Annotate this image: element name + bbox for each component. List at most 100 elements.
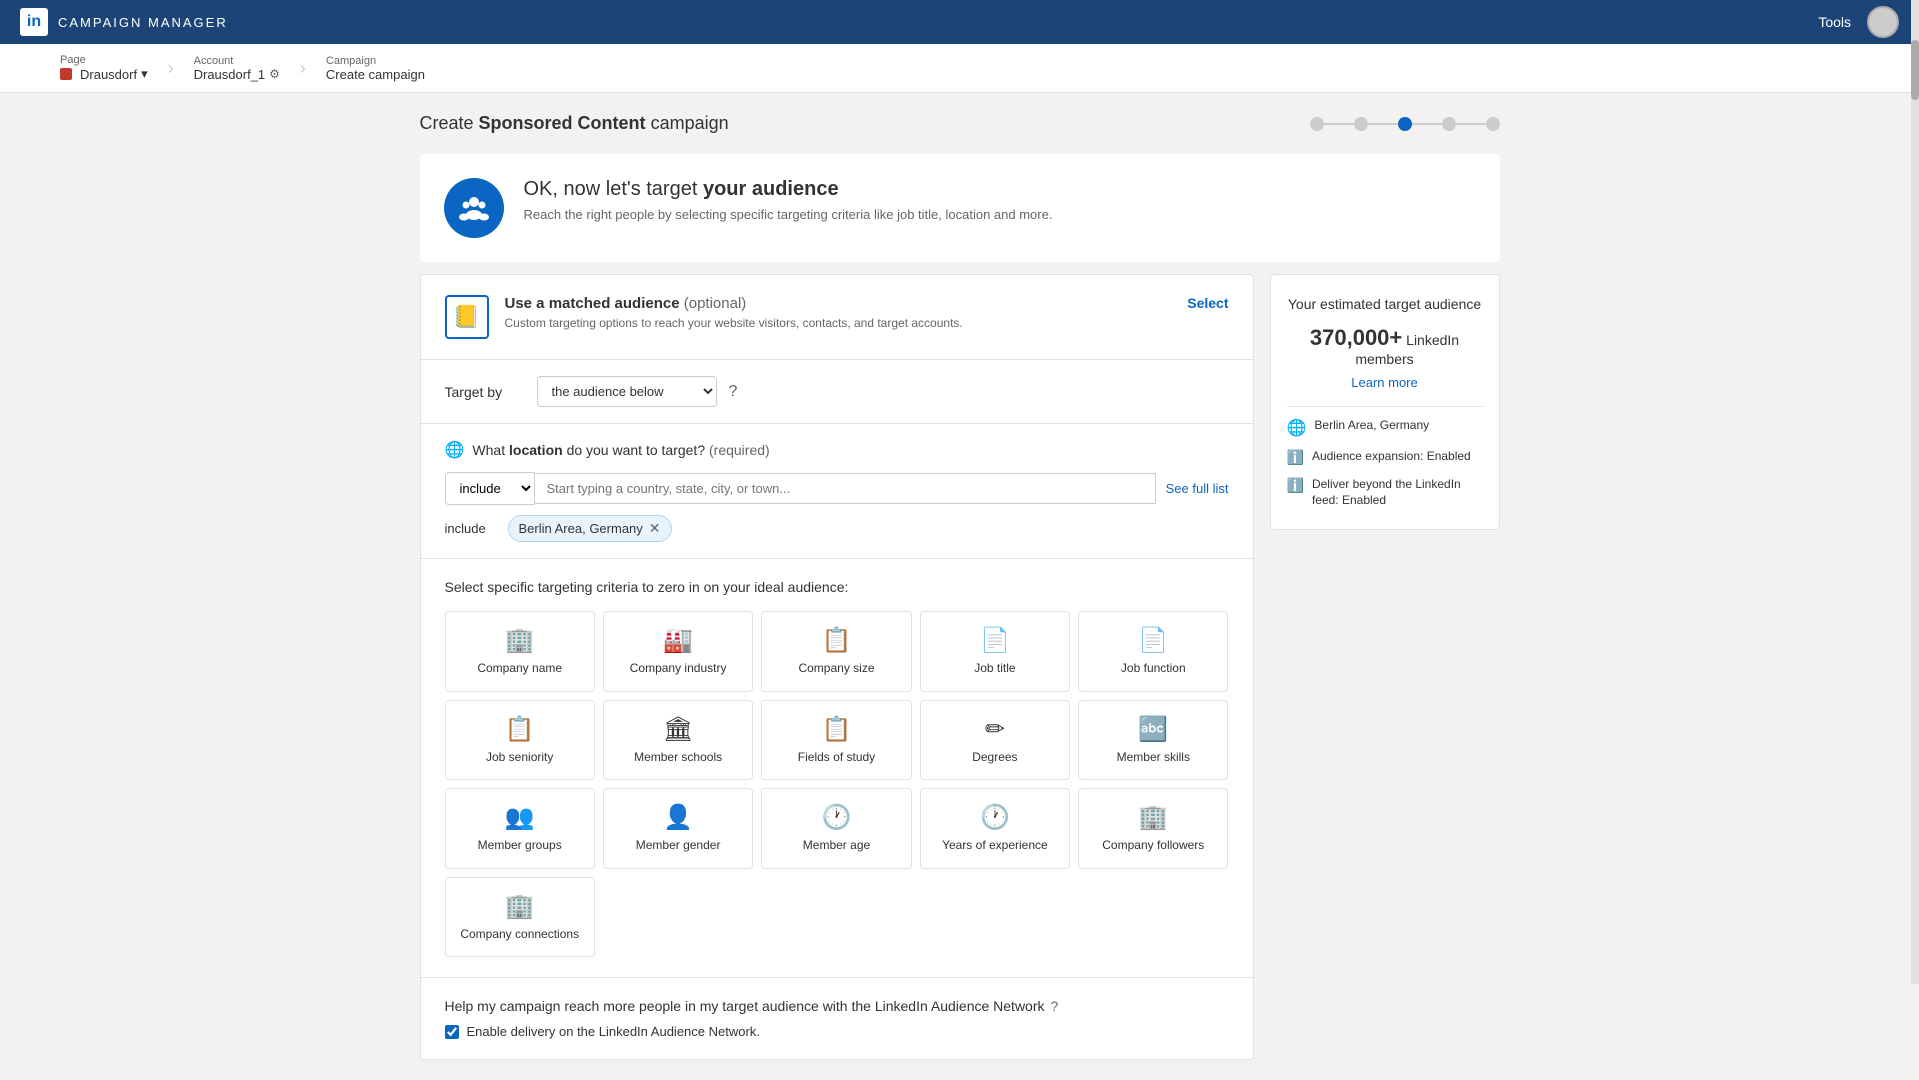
matched-audience-select-button[interactable]: Select <box>1187 295 1228 311</box>
criteria-label: Member schools <box>634 750 722 766</box>
target-text: OK, now let's target your audience Reach… <box>524 178 1053 222</box>
settings-icon[interactable]: ⚙ <box>269 67 280 81</box>
account-label: Account <box>194 55 280 67</box>
sidebar-info-audience-expansion: ℹ️ Audience expansion: Enabled <box>1287 448 1483 466</box>
criteria-item-fields-of-study[interactable]: 📋 Fields of study <box>761 700 911 781</box>
criteria-label: Member skills <box>1117 750 1190 766</box>
criteria-icon: 🏢 <box>1138 803 1168 832</box>
campaign-title: Create Sponsored Content campaign <box>420 113 729 134</box>
matched-audience-section: 📒 Use a matched audience (optional) Cust… <box>421 275 1253 360</box>
target-by-help-icon[interactable]: ? <box>729 383 738 401</box>
user-avatar[interactable] <box>1867 6 1899 38</box>
progress-step-2 <box>1354 117 1368 131</box>
criteria-item-member-schools[interactable]: 🏛 Member schools <box>603 700 753 781</box>
sidebar-count-wrapper: 370,000+ LinkedIn members <box>1287 325 1483 367</box>
target-icon <box>444 178 504 238</box>
criteria-label: Degrees <box>972 750 1017 766</box>
location-info-text: Berlin Area, Germany <box>1314 417 1429 434</box>
progress-step-3 <box>1398 117 1412 131</box>
criteria-item-job-title[interactable]: 📄 Job title <box>920 611 1070 692</box>
criteria-label: Years of experience <box>942 838 1048 854</box>
linkedin-feed-text: Deliver beyond the LinkedIn feed: Enable… <box>1312 476 1483 510</box>
progress-step-5 <box>1486 117 1500 131</box>
location-include-dropdown[interactable]: include exclude <box>445 472 535 505</box>
criteria-item-member-gender[interactable]: 👤 Member gender <box>603 788 753 869</box>
tools-link[interactable]: Tools <box>1818 14 1851 30</box>
account-value[interactable]: Drausdorf_1 ⚙ <box>194 67 280 82</box>
linkedin-feed-icon: ℹ️ <box>1287 477 1304 494</box>
criteria-label: Company connections <box>460 927 579 943</box>
target-by-label: Target by <box>445 384 525 400</box>
criteria-item-years-of-experience[interactable]: 🕐 Years of experience <box>920 788 1070 869</box>
sidebar-member-count: 370,000+ <box>1310 325 1402 350</box>
criteria-grid: 🏢 Company name 🏭 Company industry 📋 Comp… <box>445 611 1229 957</box>
criteria-item-degrees[interactable]: ✏ Degrees <box>920 700 1070 781</box>
criteria-label: Company size <box>798 661 874 677</box>
criteria-item-job-seniority[interactable]: 📋 Job seniority <box>445 700 595 781</box>
target-heading: OK, now let's target your audience <box>524 178 1053 201</box>
breadcrumb-account: Account Drausdorf_1 ⚙ <box>194 55 280 82</box>
criteria-icon: 👤 <box>663 803 693 832</box>
scrollbar-track[interactable] <box>1911 0 1919 984</box>
book-icon: 📒 <box>453 304 480 330</box>
page-value[interactable]: Drausdorf ▾ <box>60 66 148 82</box>
include-label: include <box>445 521 500 536</box>
criteria-item-company-industry[interactable]: 🏭 Company industry <box>603 611 753 692</box>
criteria-label: Member gender <box>636 838 721 854</box>
matched-audience-icon: 📒 <box>445 295 489 339</box>
app-title: CAMPAIGN MANAGER <box>58 15 228 30</box>
target-subtitle: Reach the right people by selecting spec… <box>524 207 1053 222</box>
criteria-label: Member age <box>803 838 870 854</box>
location-input-row: include exclude See full list <box>445 472 1229 505</box>
enable-delivery-checkbox[interactable] <box>445 1025 459 1039</box>
linkedin-logo-text: in <box>27 13 41 31</box>
learn-more-link[interactable]: Learn more <box>1287 375 1483 390</box>
target-by-dropdown[interactable]: the audience below <box>537 376 717 407</box>
criteria-label: Company name <box>477 661 562 677</box>
panel-wrapper: 📒 Use a matched audience (optional) Cust… <box>420 262 1500 1060</box>
remove-tag-button[interactable]: ✕ <box>649 520 661 537</box>
criteria-item-company-name[interactable]: 🏢 Company name <box>445 611 595 692</box>
criteria-label: Company followers <box>1102 838 1204 854</box>
criteria-item-company-connections[interactable]: 🏢 Company connections <box>445 877 595 958</box>
enable-delivery-row: Enable delivery on the LinkedIn Audience… <box>445 1024 1229 1039</box>
criteria-item-member-age[interactable]: 🕐 Member age <box>761 788 911 869</box>
sidebar-card: Your estimated target audience 370,000+ … <box>1270 274 1500 530</box>
criteria-item-member-groups[interactable]: 👥 Member groups <box>445 788 595 869</box>
criteria-item-company-followers[interactable]: 🏢 Company followers <box>1078 788 1228 869</box>
criteria-item-job-function[interactable]: 📄 Job function <box>1078 611 1228 692</box>
campaign-label: Campaign <box>326 55 425 67</box>
target-audience-intro: OK, now let's target your audience Reach… <box>420 154 1500 262</box>
network-help-icon[interactable]: ? <box>1051 998 1059 1014</box>
matched-audience-desc: Custom targeting options to reach your w… <box>505 316 1172 330</box>
criteria-label: Job function <box>1121 661 1186 677</box>
progress-indicator <box>1310 117 1500 131</box>
sidebar-divider <box>1287 406 1483 407</box>
criteria-item-company-size[interactable]: 📋 Company size <box>761 611 911 692</box>
location-tag-berlin: Berlin Area, Germany ✕ <box>508 515 672 542</box>
location-title: What location do you want to target? (re… <box>472 442 769 458</box>
location-tags-row: include Berlin Area, Germany ✕ <box>445 515 1229 542</box>
criteria-label: Job title <box>974 661 1015 677</box>
targeting-criteria-section: Select specific targeting criteria to ze… <box>421 559 1253 978</box>
criteria-icon: 🕐 <box>980 803 1010 832</box>
location-section: 🌐 What location do you want to target? (… <box>421 424 1253 559</box>
see-full-list-link[interactable]: See full list <box>1166 481 1229 496</box>
main-content: Create Sponsored Content campaign <box>360 93 1560 1080</box>
criteria-item-member-skills[interactable]: 🔤 Member skills <box>1078 700 1228 781</box>
audience-expansion-text: Audience expansion: Enabled <box>1312 448 1471 465</box>
location-search-input[interactable] <box>535 473 1156 504</box>
targeting-criteria-title: Select specific targeting criteria to ze… <box>445 579 1229 595</box>
scrollbar-thumb[interactable] <box>1911 40 1919 100</box>
breadcrumb: Page Drausdorf ▾ › Account Drausdorf_1 ⚙… <box>0 44 1919 93</box>
progress-step-4 <box>1442 117 1456 131</box>
criteria-label: Fields of study <box>798 750 875 766</box>
criteria-icon: ✏ <box>985 715 1005 744</box>
criteria-icon: 🏢 <box>505 626 535 655</box>
progress-step-1 <box>1310 117 1324 131</box>
main-panel: 📒 Use a matched audience (optional) Cust… <box>420 274 1254 1060</box>
breadcrumb-campaign: Campaign Create campaign <box>326 55 425 82</box>
campaign-header: Create Sponsored Content campaign <box>420 113 1500 134</box>
enable-delivery-label: Enable delivery on the LinkedIn Audience… <box>467 1024 760 1039</box>
criteria-icon: 🔤 <box>1138 715 1168 744</box>
